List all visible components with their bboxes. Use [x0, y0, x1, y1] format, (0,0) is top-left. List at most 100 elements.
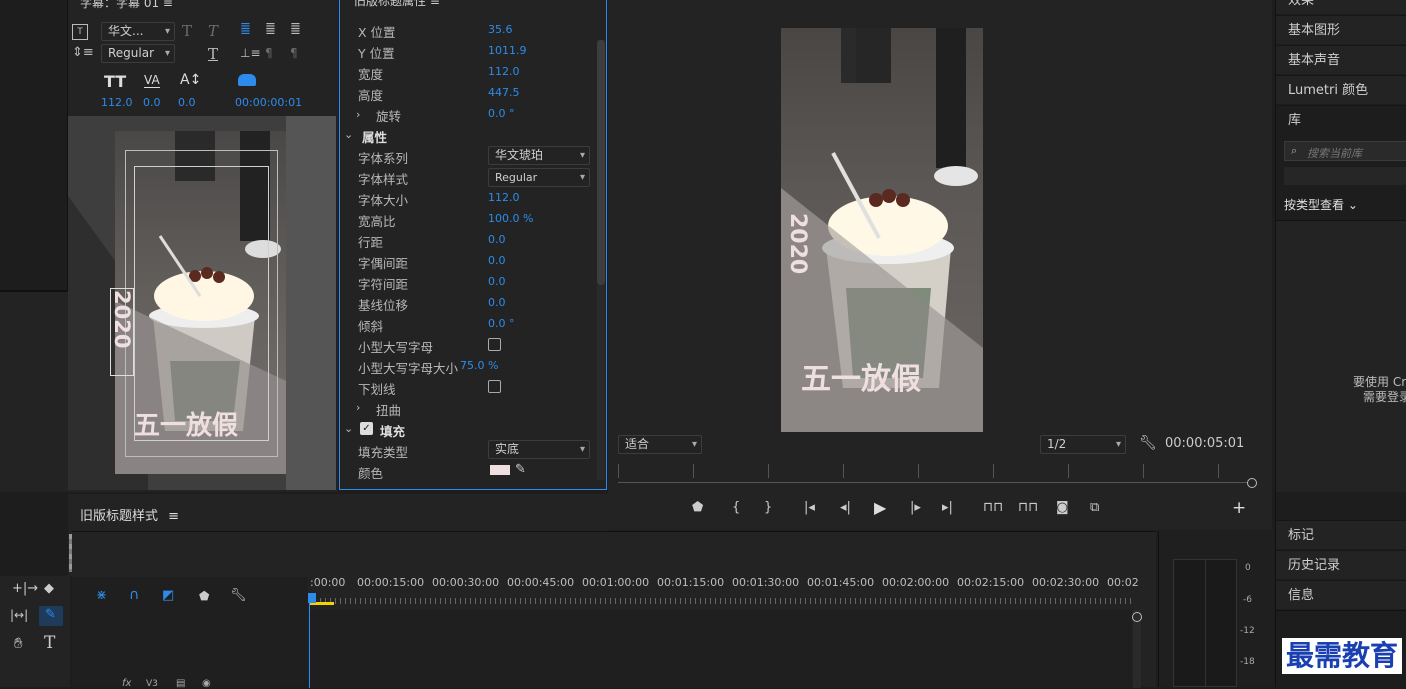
italic-icon[interactable]: T: [208, 22, 218, 40]
small-caps-checkbox[interactable]: [488, 338, 501, 351]
markers-item[interactable]: 标记: [1276, 520, 1406, 549]
go-to-in-icon[interactable]: |◂: [804, 500, 815, 515]
font-family-select[interactable]: 华文琥珀 ▾: [488, 146, 590, 165]
prop-value[interactable]: 100.0 %: [488, 212, 533, 225]
zoom-handle[interactable]: [1247, 478, 1257, 488]
title-canvas[interactable]: 2020 五一放假: [68, 116, 336, 490]
tab-stops-icon[interactable]: ⊥≡: [240, 46, 261, 60]
canvas-year-text[interactable]: 2020: [110, 290, 134, 348]
step-forward-icon[interactable]: |▸: [910, 500, 921, 515]
attributes-section[interactable]: 属性: [362, 127, 387, 146]
lift-icon[interactable]: ⊓⊓: [983, 500, 1003, 515]
toggle-output-icon[interactable]: ▤: [176, 678, 185, 689]
prop-value[interactable]: 0.0: [488, 254, 506, 267]
underline-icon[interactable]: T: [208, 45, 218, 63]
program-timecode[interactable]: 00:00:05:01: [1165, 436, 1244, 451]
add-marker-icon[interactable]: ⬟: [692, 500, 703, 515]
linked-selection-icon[interactable]: ◩: [162, 588, 174, 603]
line-height-icon[interactable]: ⇕≡: [72, 45, 94, 60]
show-video-icon[interactable]: [238, 74, 256, 86]
prop-value[interactable]: 0.0: [488, 233, 506, 246]
eye-icon[interactable]: ◉: [202, 678, 211, 689]
align-center-icon[interactable]: ≡ ≡: [265, 20, 279, 38]
background-timecode[interactable]: 00:00:00:01: [235, 96, 302, 109]
paragraph-left-icon[interactable]: ¶: [265, 46, 273, 60]
essential-graphics-item[interactable]: 基本图形: [1276, 15, 1406, 44]
lumetri-color-item[interactable]: Lumetri 颜色: [1276, 75, 1406, 104]
add-marker-icon[interactable]: ⬟: [199, 589, 209, 603]
timeline-settings-icon[interactable]: 🔧︎: [230, 588, 247, 603]
font-family-select[interactable]: 华文... ▾: [101, 22, 175, 41]
tracking-value[interactable]: 0.0: [143, 96, 161, 109]
prop-value[interactable]: 447.5: [488, 86, 520, 99]
prop-value[interactable]: 1011.9: [488, 44, 527, 57]
font-style-select[interactable]: Regular ▾: [101, 44, 175, 63]
font-family-label: 字体系列: [358, 151, 409, 166]
extract-icon[interactable]: ⊓⊓: [1018, 500, 1038, 515]
text-frame-icon[interactable]: T: [72, 24, 88, 40]
track-select-icon[interactable]: +|→: [12, 581, 38, 596]
align-left-icon[interactable]: ≡ ≡: [240, 20, 254, 38]
pen-icon[interactable]: ✎: [45, 607, 56, 622]
small-caps-size-value[interactable]: 75.0 %: [460, 359, 498, 372]
effects-tab-partial[interactable]: 效果: [1276, 0, 1406, 14]
resolution-select[interactable]: 1/2 ▾: [1040, 435, 1126, 454]
align-right-icon[interactable]: ≡ ≡: [290, 20, 304, 38]
prop-value[interactable]: 112.0: [488, 191, 520, 204]
fill-type-select[interactable]: 实底 ▾: [488, 440, 590, 459]
go-to-out-icon[interactable]: ▸|: [942, 500, 953, 515]
timeline-zoom-handle[interactable]: [1132, 612, 1142, 622]
library-search-field[interactable]: ⌕ 搜索当前库: [1284, 141, 1406, 161]
fill-color-swatch[interactable]: [490, 465, 510, 475]
underline-checkbox[interactable]: [488, 380, 501, 393]
camera-icon[interactable]: ◙: [1056, 500, 1069, 515]
info-item[interactable]: 信息: [1276, 580, 1406, 609]
play-icon[interactable]: ▶: [874, 498, 886, 517]
font-size-value[interactable]: 112.0: [101, 96, 133, 109]
history-item[interactable]: 历史记录: [1276, 550, 1406, 579]
bold-icon[interactable]: T: [182, 22, 192, 40]
magnet-icon[interactable]: ∩: [129, 587, 139, 603]
track-area[interactable]: [310, 610, 1132, 688]
prop-label: 字体大小: [358, 193, 409, 208]
view-by-type-dropdown[interactable]: 按类型查看 ⌄: [1284, 196, 1358, 213]
type-tool-icon[interactable]: T: [44, 633, 55, 653]
libraries-item[interactable]: 库: [1276, 105, 1406, 134]
time-ruler[interactable]: :00:00 00:00:15:00 00:00:30:00 00:00:45:…: [310, 576, 1140, 606]
fit-select[interactable]: 适合 ▾: [618, 435, 702, 454]
canvas-title-text[interactable]: 五一放假: [134, 405, 238, 442]
essential-sound-item[interactable]: 基本声音: [1276, 45, 1406, 74]
program-year-text: 2020: [785, 213, 810, 275]
razor-icon[interactable]: ◆: [44, 581, 54, 596]
baseline-value[interactable]: 0.0: [178, 96, 196, 109]
scrollbar-thumb[interactable]: [597, 40, 605, 285]
font-style-select[interactable]: Regular ▾: [488, 168, 590, 187]
panel-menu-icon[interactable]: ≡: [168, 509, 179, 524]
chevron-down-icon[interactable]: ⌄: [344, 128, 353, 141]
add-button-icon[interactable]: +: [1232, 498, 1246, 518]
prop-value[interactable]: 35.6: [488, 23, 513, 36]
distort-label[interactable]: 扭曲: [358, 400, 401, 419]
wrench-icon[interactable]: 🔧︎: [1139, 435, 1157, 451]
step-back-icon[interactable]: ◂|: [840, 500, 851, 515]
mark-out-icon[interactable]: }: [764, 500, 772, 515]
prop-value[interactable]: 0.0: [488, 296, 506, 309]
prop-value[interactable]: 112.0: [488, 65, 520, 78]
ripple-edit-icon[interactable]: |↔|: [10, 608, 28, 622]
prop-label: 宽高比: [358, 214, 396, 229]
chevron-down-icon[interactable]: ⌄: [344, 422, 353, 435]
mark-in-icon[interactable]: {: [732, 500, 740, 515]
eyedropper-icon[interactable]: ✎: [515, 462, 526, 477]
mini-ruler[interactable]: [618, 464, 1248, 478]
prop-value[interactable]: 0.0 °: [488, 107, 515, 120]
hand-icon[interactable]: ✋︎: [14, 634, 23, 652]
snap-icon[interactable]: ⋇: [96, 588, 107, 603]
compare-icon[interactable]: ⧉: [1090, 500, 1099, 515]
library-dropdown-bar[interactable]: [1284, 167, 1406, 185]
fill-checkbox[interactable]: ✓: [360, 422, 373, 435]
meter-tick: -6: [1243, 595, 1252, 605]
paragraph-right-icon[interactable]: ¶: [290, 46, 298, 60]
prop-value[interactable]: 0.0 °: [488, 317, 515, 330]
fill-section[interactable]: 填充: [380, 421, 405, 440]
prop-value[interactable]: 0.0: [488, 275, 506, 288]
